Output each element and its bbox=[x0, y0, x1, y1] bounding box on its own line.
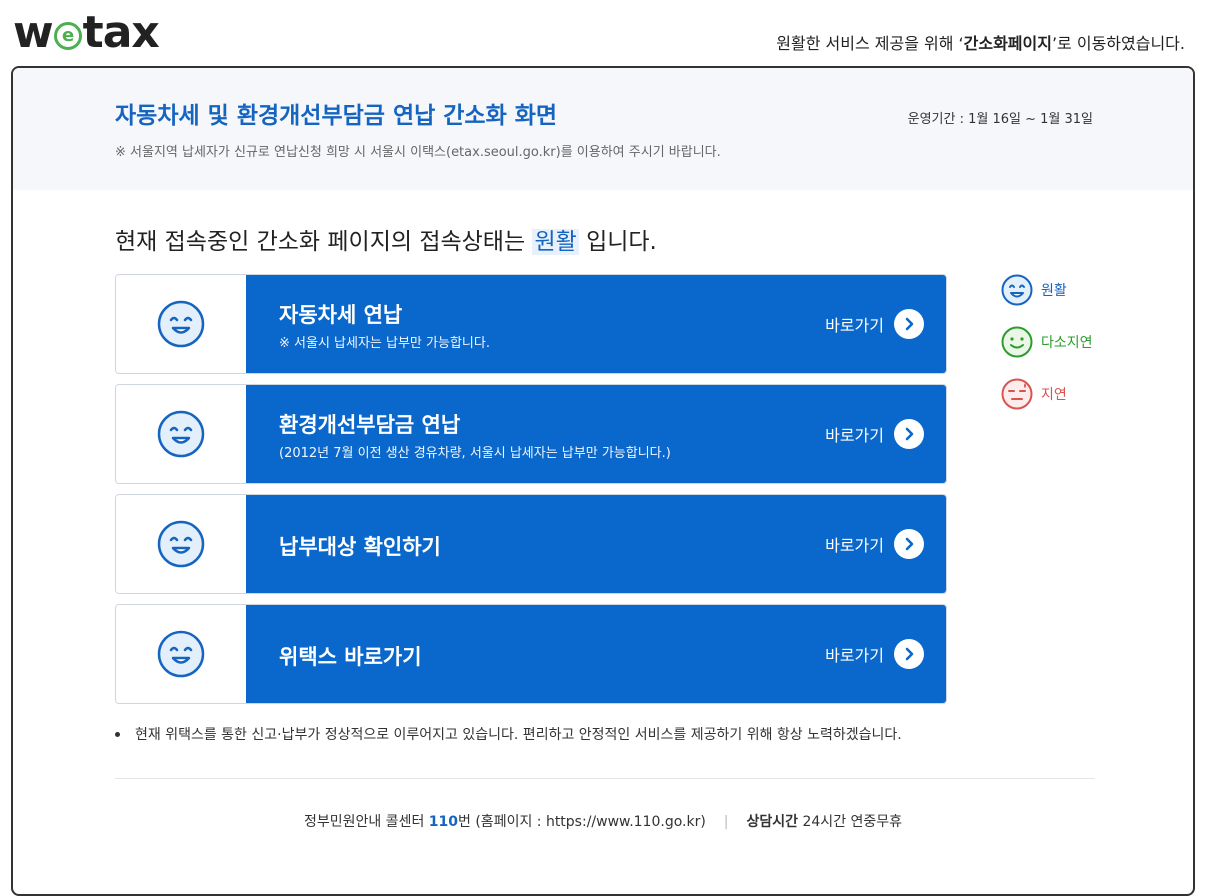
service-info: 현재 위택스를 통한 신고·납부가 정상적으로 이루어지고 있습니다. 편리하고… bbox=[115, 724, 902, 744]
menu-desc: ※ 서울시 납세자는 납부만 가능합니다. bbox=[279, 336, 490, 351]
chevron-right-icon bbox=[894, 639, 924, 669]
legend-label: 다소지연 bbox=[1041, 335, 1093, 351]
logo-text-w: w bbox=[13, 7, 54, 58]
menu-label: 납부대상 확인하기 bbox=[279, 535, 441, 559]
redirect-notice: 원활한 서비스 제공을 위해 ‘간소화페이지’로 이동하였습니다. bbox=[776, 34, 1185, 53]
status-face-box bbox=[116, 495, 246, 593]
wetax-logo[interactable]: w e tax bbox=[13, 7, 160, 58]
page-title: 자동차세 및 환경개선부담금 연납 간소화 화면 bbox=[115, 103, 558, 129]
status-value: 원활 bbox=[532, 229, 579, 255]
callcenter-number: 110 bbox=[428, 814, 459, 830]
chevron-right-icon bbox=[894, 529, 924, 559]
legend-slight-delay: 다소지연 bbox=[1001, 326, 1093, 358]
operating-period: 운영기간 : 1월 16일 ~ 1월 31일 bbox=[907, 112, 1093, 127]
status-legend: 원활 다소지연 지연 bbox=[1001, 274, 1093, 430]
legend-smooth: 원활 bbox=[1001, 274, 1093, 306]
status-face-box bbox=[116, 605, 246, 703]
go-link[interactable]: 바로가기 bbox=[825, 529, 924, 559]
main-panel: 자동차세 및 환경개선부담금 연납 간소화 화면 운영기간 : 1월 16일 ~… bbox=[11, 66, 1195, 896]
hours-value: 24시간 연중무휴 bbox=[798, 814, 903, 830]
footer-separator: | bbox=[723, 814, 729, 830]
smile-icon bbox=[157, 630, 205, 678]
menu-blue-area: 자동차세 연납 ※ 서울시 납세자는 납부만 가능합니다. 바로가기 bbox=[246, 275, 946, 373]
menu-check-payment-target[interactable]: 납부대상 확인하기 바로가기 bbox=[115, 494, 947, 594]
smile-icon bbox=[157, 520, 205, 568]
seoul-notice: ※ 서울지역 납세자가 신규로 연납신청 희망 시 서울시 이택스(etax.s… bbox=[115, 145, 721, 160]
service-menu: 자동차세 연납 ※ 서울시 납세자는 납부만 가능합니다. 바로가기 환경개선부… bbox=[115, 274, 947, 714]
menu-desc: (2012년 7월 이전 생산 경유차량, 서울시 납세자는 납부만 가능합니다… bbox=[279, 446, 671, 461]
sweat-face-icon bbox=[1001, 378, 1033, 410]
redirect-notice-highlight: 간소화페이지 bbox=[963, 34, 1052, 53]
menu-blue-area: 위택스 바로가기 바로가기 bbox=[246, 605, 946, 703]
neutral-smile-icon bbox=[1001, 326, 1033, 358]
menu-wetax-shortcut[interactable]: 위택스 바로가기 바로가기 bbox=[115, 604, 947, 704]
connection-status: 현재 접속중인 간소화 페이지의 접속상태는 원활 입니다. bbox=[115, 229, 657, 255]
smile-icon bbox=[157, 410, 205, 458]
legend-label: 지연 bbox=[1041, 387, 1067, 403]
go-link[interactable]: 바로가기 bbox=[825, 639, 924, 669]
bullet-dot bbox=[115, 731, 120, 737]
go-link[interactable]: 바로가기 bbox=[825, 309, 924, 339]
hours-label: 상담시간 bbox=[746, 814, 799, 830]
legend-delay: 지연 bbox=[1001, 378, 1093, 410]
menu-label: 환경개선부담금 연납 bbox=[279, 413, 461, 437]
menu-blue-area: 납부대상 확인하기 바로가기 bbox=[246, 495, 946, 593]
logo-text-tax: tax bbox=[82, 7, 160, 58]
footer-contact: 정부민원안내 콜센터 110번 (홈페이지 : https://www.110.… bbox=[303, 814, 903, 830]
status-face-box bbox=[116, 275, 246, 373]
smile-icon bbox=[157, 300, 205, 348]
service-info-text: 현재 위택스를 통한 신고·납부가 정상적으로 이루어지고 있습니다. 편리하고… bbox=[135, 727, 902, 743]
chevron-right-icon bbox=[894, 419, 924, 449]
smile-icon bbox=[1001, 274, 1033, 306]
panel-header: 자동차세 및 환경개선부담금 연납 간소화 화면 운영기간 : 1월 16일 ~… bbox=[13, 68, 1193, 190]
menu-car-tax-prepay[interactable]: 자동차세 연납 ※ 서울시 납세자는 납부만 가능합니다. 바로가기 bbox=[115, 274, 947, 374]
divider bbox=[115, 778, 1095, 779]
status-face-box bbox=[116, 385, 246, 483]
menu-env-charge-prepay[interactable]: 환경개선부담금 연납 (2012년 7월 이전 생산 경유차량, 서울시 납세자… bbox=[115, 384, 947, 484]
callcenter-homepage[interactable]: 번 (홈페이지 : https://www.110.go.kr) bbox=[458, 814, 706, 830]
legend-label: 원활 bbox=[1041, 283, 1067, 299]
menu-label: 위택스 바로가기 bbox=[279, 645, 422, 669]
menu-blue-area: 환경개선부담금 연납 (2012년 7월 이전 생산 경유차량, 서울시 납세자… bbox=[246, 385, 946, 483]
chevron-right-icon bbox=[894, 309, 924, 339]
go-link[interactable]: 바로가기 bbox=[825, 419, 924, 449]
menu-label: 자동차세 연납 bbox=[279, 303, 403, 327]
top-bar: w e tax 원활한 서비스 제공을 위해 ‘간소화페이지’로 이동하였습니다. bbox=[0, 0, 1219, 66]
logo-e-icon: e bbox=[53, 22, 82, 50]
